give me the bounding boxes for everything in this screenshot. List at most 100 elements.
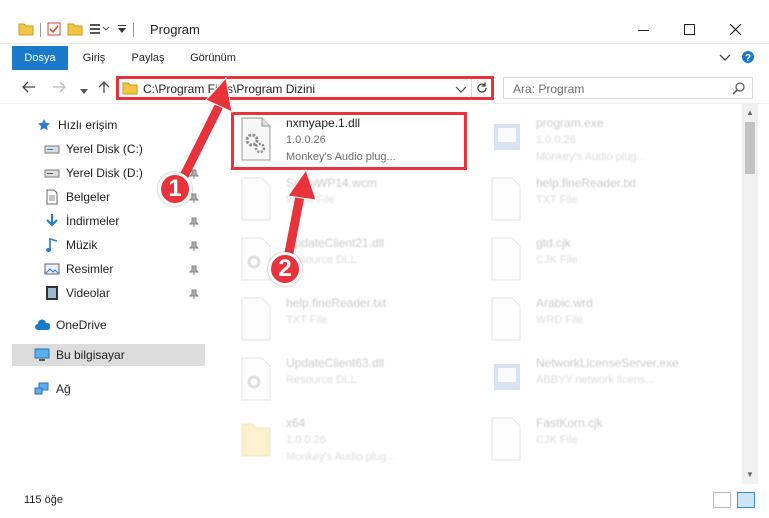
file-version: 1.0.0.26 (286, 434, 326, 446)
file-tile[interactable]: Arabic.wrd WRD File (476, 290, 716, 352)
window-title: Program (150, 22, 200, 37)
close-button[interactable] (713, 20, 759, 40)
sidebar-item-drive-c[interactable]: Yerel Disk (C:) (44, 138, 205, 160)
file-description: Monkey's Audio plug... (286, 451, 396, 463)
file-name: FastKorn.cjk (536, 416, 603, 430)
drive-icon (44, 141, 60, 157)
file-type: 1.0.0.26 (536, 134, 576, 146)
sidebar-item-quick-access[interactable]: Hızlı erişim (36, 114, 241, 136)
sidebar-item-pictures[interactable]: Resimler (44, 258, 205, 280)
sidebar-item-label: Resimler (66, 262, 114, 276)
sidebar-item-label: Ağ (56, 382, 71, 396)
chevron-down-icon[interactable] (719, 52, 731, 66)
cloud-icon (34, 317, 50, 333)
folder-icon (122, 81, 138, 98)
sidebar-item-label: İndirmeler (66, 214, 120, 228)
file-tile[interactable]: gtd.cjk CJK File (476, 230, 716, 292)
view-toggle (713, 492, 755, 508)
search-icon (732, 81, 746, 98)
file-name: SnowWP14.wcm (286, 176, 377, 190)
scrollbar-thumb[interactable] (745, 122, 755, 174)
scroll-down-arrow-icon[interactable]: ▼ (745, 470, 755, 480)
sidebar-item-this-pc[interactable]: Bu bilgisayar (12, 344, 205, 366)
callout-badge: 1 (158, 172, 192, 206)
file-tile[interactable]: SnowWP14.wcm WCM File (226, 170, 466, 232)
file-tile[interactable]: help.fineReader.txt TXT File (226, 290, 466, 352)
pictures-icon (44, 261, 60, 277)
file-description: Monkey's Audio plug... (536, 151, 646, 163)
title-bar: Program (0, 0, 769, 44)
file-name: program.exe (536, 116, 604, 130)
file-name: UpdateClient63.dll (286, 356, 385, 370)
search-input[interactable]: Ara: Program (513, 82, 584, 96)
file-name: NetworkLicenseServer.exe (536, 356, 679, 370)
dropdown-icon[interactable] (117, 22, 127, 39)
search-box[interactable]: Ara: Program (503, 77, 753, 99)
back-button[interactable] (22, 80, 36, 96)
file-icon (238, 176, 274, 222)
file-type: CJK File (536, 434, 578, 446)
file-tile[interactable]: NetworkLicenseServer.exe ABBYY network l… (476, 350, 716, 412)
file-type: WRD File (536, 314, 584, 326)
file-type: TXT File (286, 314, 328, 326)
chevron-down-icon[interactable] (455, 82, 469, 96)
sidebar-item-label: Hızlı erişim (58, 118, 118, 132)
file-icon (488, 416, 524, 462)
properties-icon[interactable] (47, 22, 61, 39)
new-folder-icon[interactable] (67, 22, 83, 39)
file-type: CJK File (536, 254, 578, 266)
details-view-icon[interactable] (713, 492, 731, 508)
minimize-button[interactable] (621, 20, 667, 40)
music-icon (44, 237, 60, 253)
file-type: ABBYY network licens... (536, 374, 655, 386)
file-name: gtd.cjk (536, 236, 571, 250)
folder-icon (238, 416, 274, 462)
tab-share[interactable]: Paylaş (124, 46, 172, 70)
up-button[interactable] (98, 80, 110, 97)
sidebar-item-downloads[interactable]: İndirmeler (44, 210, 205, 232)
refresh-button[interactable] (471, 79, 491, 97)
tiles-view-icon[interactable] (737, 492, 755, 508)
sidebar-item-onedrive[interactable]: OneDrive (34, 314, 205, 336)
recent-locations-button[interactable] (80, 82, 88, 98)
ribbon-tabs: Dosya Giriş Paylaş Görünüm ? (0, 46, 769, 70)
refresh-icon (476, 82, 487, 93)
tab-file[interactable]: Dosya (12, 46, 68, 70)
file-tile[interactable]: x64 1.0.0.26 Monkey's Audio plug... (226, 410, 466, 472)
item-count: 115 öğe (24, 494, 63, 506)
pin-icon (188, 264, 200, 278)
pin-icon (188, 216, 200, 230)
scroll-up-arrow-icon[interactable]: ▲ (745, 108, 755, 118)
file-tile[interactable]: help.fineReader.txt TXT File (476, 170, 716, 232)
file-highlight-box (231, 112, 467, 170)
file-tile[interactable]: UpdateClient21.dll Resource DLL (226, 230, 466, 292)
exe-file-icon (488, 356, 524, 402)
vertical-scrollbar[interactable]: ▲ ▼ (742, 104, 758, 484)
sidebar-item-network[interactable]: Ağ (34, 378, 205, 400)
file-tile[interactable]: UpdateClient63.dll Resource DLL (226, 350, 466, 412)
dll-file-icon (238, 356, 274, 402)
sidebar-item-music[interactable]: Müzik (44, 234, 205, 256)
pin-icon (188, 288, 200, 302)
file-type: Resource DLL (286, 374, 357, 386)
sidebar-item-videos[interactable]: Videolar (44, 282, 205, 304)
file-icon (238, 296, 274, 342)
star-icon (36, 117, 52, 133)
customize-toolbar-icon[interactable] (89, 22, 111, 39)
ribbon-controls: ? (719, 50, 755, 67)
navigation-pane: Hızlı erişim Yerel Disk (C:) Yerel Disk … (0, 110, 210, 480)
sidebar-item-label: Bu bilgisayar (56, 348, 125, 362)
quick-access-toolbar (18, 20, 134, 40)
file-name: help.fineReader.txt (536, 176, 637, 190)
address-bar[interactable]: C:\Program Files\Program Dizini (116, 76, 494, 100)
tab-view[interactable]: Görünüm (182, 46, 244, 70)
navigation-bar: C:\Program Files\Program Dizini Ara: Pro… (0, 72, 769, 104)
file-tile[interactable]: FastKorn.cjk CJK File (476, 410, 716, 472)
forward-button[interactable] (52, 80, 66, 96)
maximize-button[interactable] (667, 20, 713, 40)
address-path: C:\Program Files\Program Dizini (143, 82, 316, 96)
tab-home[interactable]: Giriş (74, 46, 114, 70)
file-tile[interactable]: program.exe 1.0.0.26 Monkey's Audio plug… (476, 110, 716, 172)
callout-badge: 2 (268, 252, 302, 286)
help-icon[interactable]: ? (741, 50, 755, 67)
